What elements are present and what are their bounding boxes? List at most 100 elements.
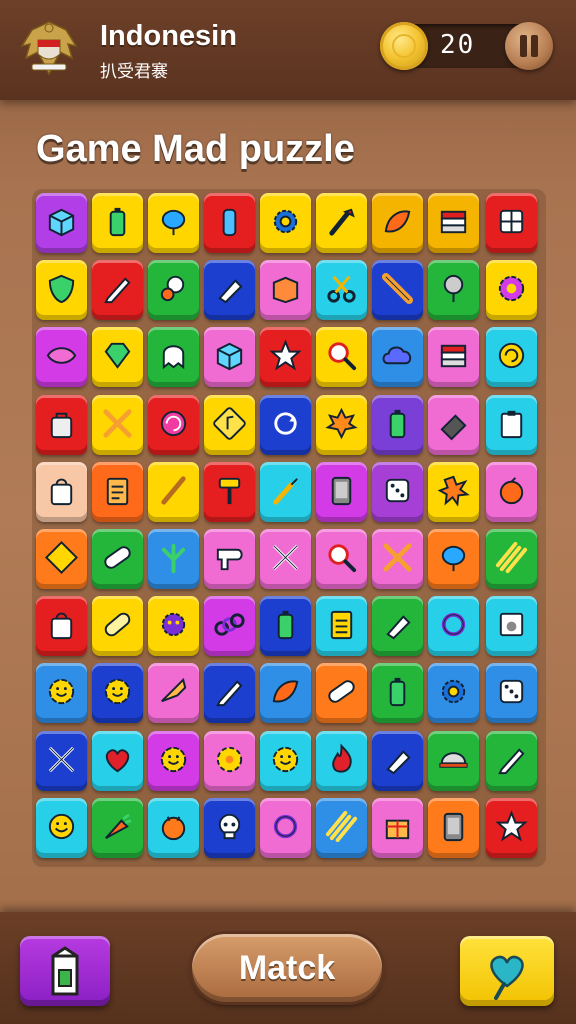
puzzle-tile[interactable] bbox=[316, 461, 367, 522]
puzzle-tile[interactable] bbox=[372, 260, 423, 321]
puzzle-tile[interactable] bbox=[260, 193, 311, 253]
puzzle-tile[interactable] bbox=[428, 797, 479, 858]
puzzle-tile[interactable] bbox=[204, 730, 255, 791]
milk-carton-button[interactable] bbox=[20, 936, 110, 1006]
puzzle-tile[interactable] bbox=[92, 797, 143, 858]
puzzle-tile[interactable] bbox=[92, 193, 143, 253]
puzzle-tile[interactable] bbox=[372, 596, 423, 657]
puzzle-tile[interactable] bbox=[372, 193, 423, 253]
puzzle-tile[interactable] bbox=[148, 327, 199, 388]
puzzle-tile[interactable] bbox=[260, 260, 311, 321]
puzzle-tile[interactable] bbox=[486, 663, 537, 724]
puzzle-tile[interactable] bbox=[204, 260, 255, 321]
puzzle-tile[interactable] bbox=[260, 663, 311, 724]
puzzle-tile[interactable] bbox=[316, 663, 367, 724]
puzzle-tile[interactable] bbox=[92, 596, 143, 657]
puzzle-tile[interactable] bbox=[148, 193, 199, 253]
puzzle-tile[interactable] bbox=[316, 394, 367, 455]
puzzle-tile[interactable] bbox=[148, 260, 199, 321]
puzzle-tile[interactable] bbox=[36, 797, 87, 858]
scissors-icon bbox=[327, 276, 356, 303]
puzzle-tile[interactable] bbox=[486, 394, 537, 455]
puzzle-tile[interactable] bbox=[36, 260, 87, 321]
puzzle-tile[interactable] bbox=[428, 596, 479, 657]
puzzle-tile[interactable] bbox=[36, 193, 87, 253]
puzzle-tile[interactable] bbox=[428, 663, 479, 724]
shopping-bag-icon bbox=[50, 612, 73, 640]
puzzle-tile[interactable] bbox=[260, 730, 311, 791]
puzzle-tile[interactable] bbox=[260, 797, 311, 858]
puzzle-tile[interactable] bbox=[260, 596, 311, 657]
puzzle-tile[interactable] bbox=[486, 461, 537, 522]
puzzle-tile[interactable] bbox=[316, 260, 367, 321]
puzzle-tile[interactable] bbox=[372, 327, 423, 388]
puzzle-tile[interactable] bbox=[486, 193, 537, 253]
puzzle-tile[interactable] bbox=[36, 663, 87, 724]
puzzle-tile[interactable] bbox=[148, 797, 199, 858]
puzzle-tile[interactable] bbox=[372, 663, 423, 724]
puzzle-tile[interactable] bbox=[92, 461, 143, 522]
puzzle-tile[interactable] bbox=[204, 797, 255, 858]
puzzle-tile[interactable] bbox=[372, 797, 423, 858]
puzzle-tile[interactable] bbox=[204, 663, 255, 724]
puzzle-tile[interactable] bbox=[486, 596, 537, 657]
puzzle-tile[interactable] bbox=[36, 461, 87, 522]
puzzle-tile[interactable] bbox=[148, 596, 199, 657]
puzzle-tile[interactable] bbox=[148, 730, 199, 791]
puzzle-tile[interactable] bbox=[486, 529, 537, 589]
app-subtitle: 扒受君褰 bbox=[100, 62, 168, 82]
puzzle-tile[interactable] bbox=[428, 260, 479, 321]
puzzle-tile[interactable] bbox=[204, 461, 255, 522]
puzzle-tile[interactable] bbox=[428, 193, 479, 253]
puzzle-tile[interactable] bbox=[372, 730, 423, 791]
leaf-icon bbox=[384, 210, 411, 233]
puzzle-tile[interactable] bbox=[486, 260, 537, 321]
puzzle-tile[interactable] bbox=[36, 529, 87, 589]
puzzle-tile[interactable] bbox=[148, 663, 199, 724]
puzzle-tile[interactable] bbox=[204, 529, 255, 589]
puzzle-tile[interactable] bbox=[486, 327, 537, 388]
puzzle-tile[interactable] bbox=[92, 663, 143, 724]
puzzle-tile[interactable] bbox=[428, 461, 479, 522]
puzzle-tile[interactable] bbox=[148, 529, 199, 589]
puzzle-tile[interactable] bbox=[260, 461, 311, 522]
puzzle-tile[interactable] bbox=[316, 596, 367, 657]
puzzle-tile[interactable] bbox=[486, 730, 537, 791]
puzzle-tile[interactable] bbox=[260, 327, 311, 388]
puzzle-tile[interactable] bbox=[204, 327, 255, 388]
puzzle-tile[interactable] bbox=[428, 327, 479, 388]
match-button[interactable]: Matck bbox=[192, 934, 382, 1002]
tile-grid bbox=[32, 189, 546, 867]
puzzle-tile[interactable] bbox=[36, 730, 87, 791]
pause-button[interactable] bbox=[505, 22, 553, 70]
puzzle-tile[interactable] bbox=[316, 193, 367, 253]
puzzle-tile[interactable] bbox=[372, 394, 423, 455]
puzzle-tile[interactable] bbox=[92, 730, 143, 791]
puzzle-tile[interactable] bbox=[316, 529, 367, 589]
puzzle-tile[interactable] bbox=[204, 193, 255, 253]
puzzle-tile[interactable] bbox=[428, 730, 479, 791]
puzzle-tile[interactable] bbox=[148, 394, 199, 455]
puzzle-tile[interactable] bbox=[92, 394, 143, 455]
puzzle-tile[interactable] bbox=[428, 394, 479, 455]
puzzle-tile[interactable] bbox=[316, 730, 367, 791]
puzzle-tile[interactable] bbox=[92, 327, 143, 388]
puzzle-tile[interactable] bbox=[36, 394, 87, 455]
puzzle-tile[interactable] bbox=[92, 260, 143, 321]
puzzle-tile[interactable] bbox=[204, 596, 255, 657]
puzzle-tile[interactable] bbox=[92, 529, 143, 589]
puzzle-tile[interactable] bbox=[428, 529, 479, 589]
puzzle-tile[interactable] bbox=[260, 529, 311, 589]
puzzle-tile[interactable] bbox=[204, 394, 255, 455]
puzzle-tile[interactable] bbox=[316, 797, 367, 858]
puzzle-tile[interactable] bbox=[316, 327, 367, 388]
puzzle-tile[interactable] bbox=[260, 394, 311, 455]
puzzle-tile[interactable] bbox=[372, 529, 423, 589]
puzzle-tile[interactable] bbox=[148, 461, 199, 522]
puzzle-tile[interactable] bbox=[486, 797, 537, 858]
puzzle-tile[interactable] bbox=[36, 596, 87, 657]
garuda-emblem-icon bbox=[20, 21, 78, 76]
heart-wand-button[interactable] bbox=[460, 936, 554, 1006]
puzzle-tile[interactable] bbox=[36, 327, 87, 388]
puzzle-tile[interactable] bbox=[372, 461, 423, 522]
